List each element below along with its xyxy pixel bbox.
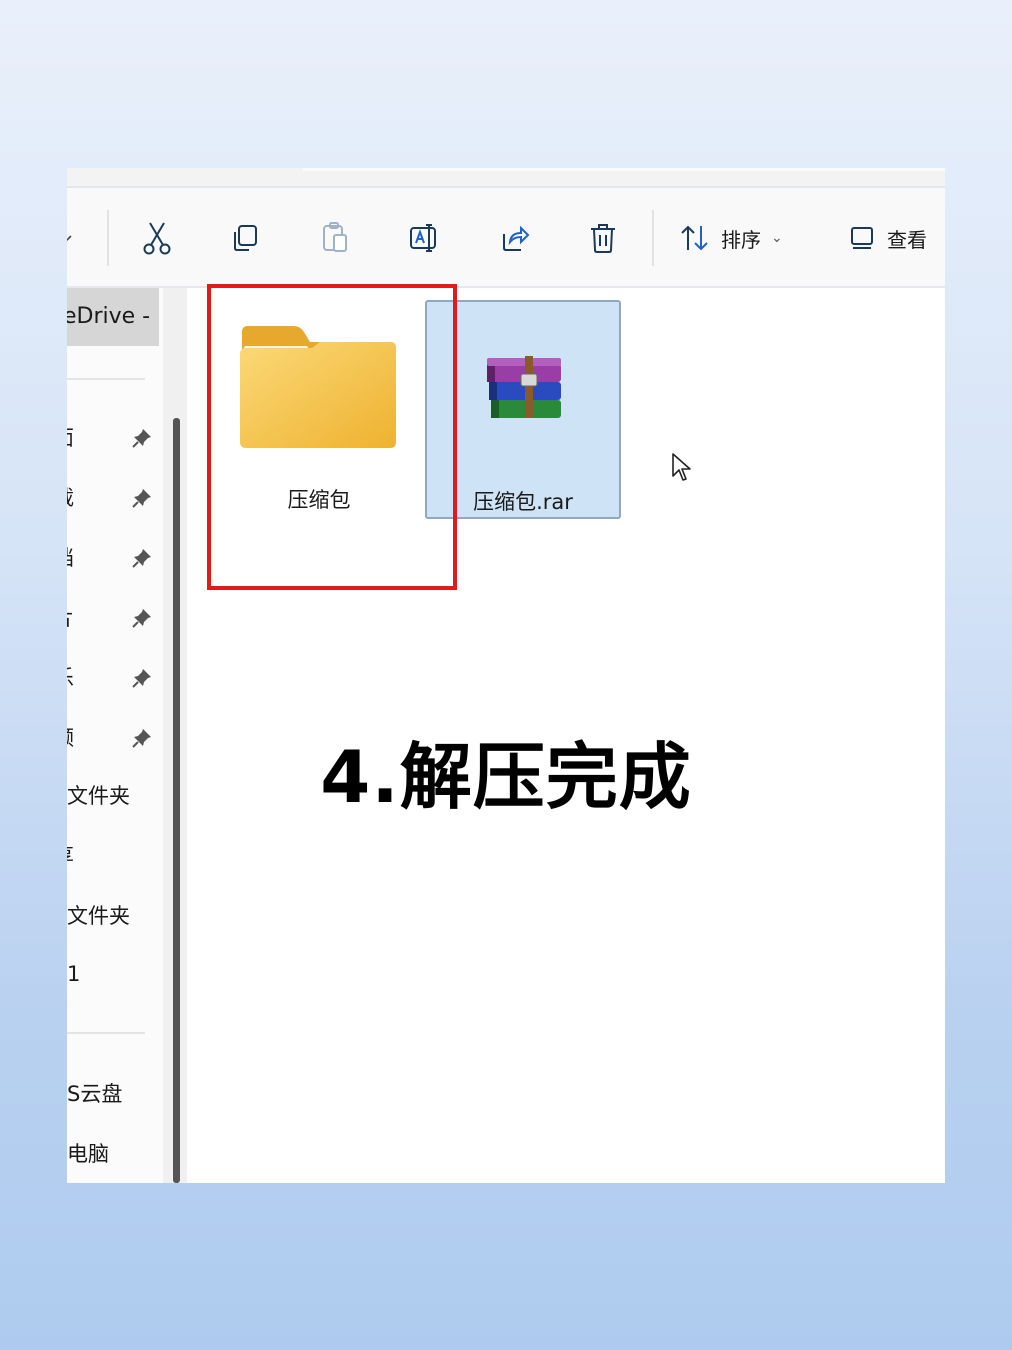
rename-button[interactable] xyxy=(405,218,445,258)
paste-button[interactable] xyxy=(315,218,355,258)
rename-icon xyxy=(410,224,436,252)
step-caption: 4.解压完成 xyxy=(320,735,692,819)
file-explorer-window: 排序 ⌄ 查看 eDrive - P 面 载 档 片 乐 频 文件夹 享 文件夹… xyxy=(67,168,945,1183)
nav-divider xyxy=(67,1032,145,1034)
view-button[interactable]: 查看 xyxy=(849,220,927,256)
sort-button[interactable]: 排序 ⌄ xyxy=(679,220,783,256)
share-button[interactable] xyxy=(495,218,535,258)
nav-item-label: 1 xyxy=(67,962,81,986)
sort-icon xyxy=(681,225,708,251)
paste-icon xyxy=(323,222,347,252)
highlight-box xyxy=(207,284,457,590)
nav-item-this-pc[interactable]: 电脑 xyxy=(67,1134,159,1174)
view-label: 查看 xyxy=(887,227,927,252)
nav-item-label: 文件夹 xyxy=(67,904,130,928)
nav-item-label: 面 xyxy=(67,426,74,450)
copy-icon xyxy=(234,225,257,251)
nav-divider xyxy=(67,378,145,380)
copy-button[interactable] xyxy=(225,218,265,258)
view-icon xyxy=(851,227,873,249)
nav-item-label: 载 xyxy=(67,486,74,510)
delete-icon xyxy=(591,224,615,253)
dropdown-chevron-icon[interactable] xyxy=(67,218,77,258)
pin-icon xyxy=(132,609,151,628)
sort-label: 排序 xyxy=(721,227,761,252)
nav-item-label: 电脑 xyxy=(67,1142,109,1166)
nav-item-label: 乐 xyxy=(67,666,74,690)
cut-button[interactable] xyxy=(137,218,177,258)
toolbar-separator xyxy=(652,210,654,266)
onedrive-label: eDrive - P xyxy=(67,304,159,329)
pin-icon xyxy=(132,429,151,448)
delete-button[interactable] xyxy=(583,218,623,258)
pin-icon xyxy=(132,489,151,508)
nav-item-label: 享 xyxy=(67,844,74,868)
pin-icon xyxy=(132,549,151,568)
mouse-cursor-icon xyxy=(672,453,691,481)
nav-item-label: 片 xyxy=(67,606,74,630)
winrar-archive-icon xyxy=(487,356,561,418)
nav-item-cloud-drive[interactable]: S云盘 xyxy=(67,1074,159,1114)
toolbar-separator xyxy=(107,210,109,266)
nav-item-label: 档 xyxy=(67,546,74,570)
nav-item-label: S云盘 xyxy=(67,1082,123,1106)
title-strip xyxy=(67,168,945,188)
cut-icon xyxy=(143,222,171,255)
chevron-down-icon: ⌄ xyxy=(771,230,783,246)
nav-item-misc[interactable]: 1 xyxy=(67,954,159,994)
onedrive-nav-item[interactable]: eDrive - P xyxy=(67,288,159,346)
pin-icon xyxy=(132,669,151,688)
nav-item-shared[interactable]: 享 xyxy=(67,836,159,876)
nav-item-folder[interactable]: 文件夹 xyxy=(67,896,159,936)
command-bar: 排序 ⌄ 查看 xyxy=(67,188,945,288)
share-icon xyxy=(503,225,530,251)
